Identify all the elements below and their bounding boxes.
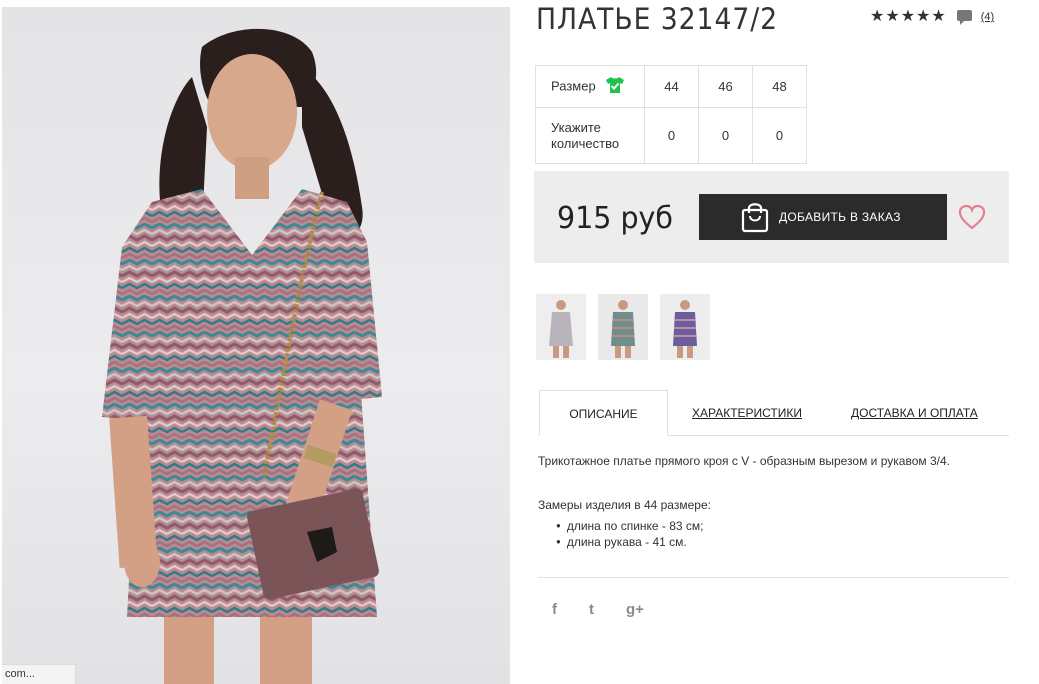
size-option[interactable]: 48 [752, 65, 807, 108]
quantity-input[interactable]: 0 [752, 107, 807, 164]
heart-icon[interactable] [958, 204, 986, 230]
quantity-label-line2: количество [551, 135, 620, 151]
quantity-input[interactable]: 0 [698, 107, 753, 164]
add-to-order-button[interactable]: ДОБАВИТЬ В ЗАКАЗ [699, 194, 947, 240]
thumbnail-strip [536, 294, 710, 360]
star-icon: ★ [870, 8, 885, 25]
product-page: com... ПЛАТЬЕ 32147/2 ★ ★ ★ ★ ★ (4) Разм… [0, 0, 1039, 684]
size-label: Размер [551, 77, 596, 93]
divider [538, 577, 1009, 578]
shopping-bag-icon [741, 203, 769, 233]
star-icon: ★ [931, 8, 946, 25]
tab-description[interactable]: ОПИСАНИЕ [539, 390, 668, 436]
product-thumbnail[interactable] [598, 294, 648, 360]
list-item: длина рукава - 41 см. [556, 534, 704, 550]
facebook-icon[interactable]: f [552, 601, 589, 618]
google-plus-icon[interactable]: g+ [626, 601, 663, 618]
list-item: длина по спинке - 83 см; [556, 518, 704, 534]
shirt-check-icon[interactable] [605, 76, 625, 98]
size-label-cell: Размер [535, 65, 645, 108]
star-icon: ★ [900, 8, 916, 25]
review-count-link[interactable]: (4) [981, 11, 994, 23]
size-option[interactable]: 44 [644, 65, 699, 108]
product-thumbnail[interactable] [536, 294, 586, 360]
twitter-icon[interactable]: t [589, 601, 626, 618]
star-icon: ★ [916, 8, 931, 25]
price-block: 915 руб ДОБАВИТЬ В ЗАКАЗ [534, 171, 1009, 263]
product-photo[interactable]: com... [2, 7, 510, 684]
size-table: Размер 44 46 48 Укажите количество 0 0 0 [535, 65, 807, 164]
social-share: f t g+ [552, 601, 663, 618]
measures-title: Замеры изделия в 44 размере: [538, 498, 711, 512]
add-to-order-label: ДОБАВИТЬ В ЗАКАЗ [779, 210, 901, 224]
browser-status-bar: com... [2, 664, 76, 684]
product-tabs: ОПИСАНИЕ ХАРАКТЕРИСТИКИ ДОСТАВКА И ОПЛАТ… [538, 390, 1009, 436]
size-option[interactable]: 46 [698, 65, 753, 108]
size-row: Размер 44 46 48 [535, 65, 807, 108]
measures-list: длина по спинке - 83 см; длина рукава - … [556, 518, 704, 550]
product-thumbnail[interactable] [660, 294, 710, 360]
model-illustration [102, 28, 382, 684]
quantity-label-line1: Укажите [551, 119, 601, 135]
quantity-input[interactable]: 0 [644, 107, 699, 164]
tab-delivery-payment[interactable]: ДОСТАВКА И ОПЛАТА [851, 390, 978, 436]
product-description: Трикотажное платье прямого кроя с V - об… [538, 454, 950, 468]
quantity-label-cell: Укажите количество [535, 107, 645, 164]
product-title: ПЛАТЬЕ 32147/2 [536, 2, 779, 36]
rating-stars[interactable]: ★ ★ ★ ★ ★ [870, 8, 946, 26]
product-price: 915 руб [557, 201, 674, 236]
comment-icon[interactable] [956, 9, 973, 26]
product-rating[interactable]: ★ ★ ★ ★ ★ (4) [870, 8, 994, 26]
star-icon: ★ [885, 8, 900, 25]
tab-characteristics[interactable]: ХАРАКТЕРИСТИКИ [692, 390, 802, 436]
quantity-row: Укажите количество 0 0 0 [535, 107, 807, 164]
